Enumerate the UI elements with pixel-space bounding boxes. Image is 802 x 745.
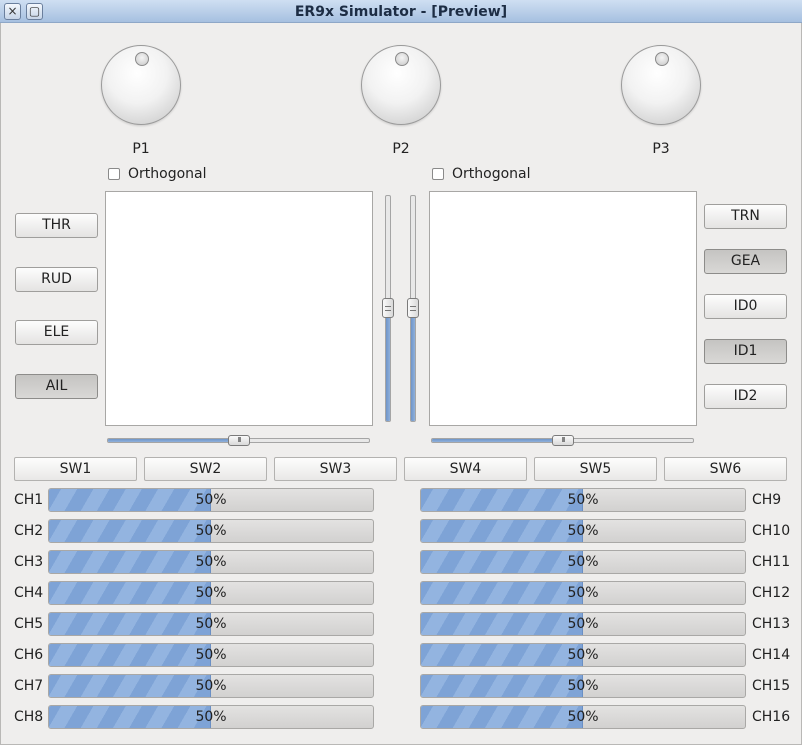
channel-percent-text: 50% [567, 554, 599, 570]
knob-label-p3: P3 [652, 141, 670, 157]
trn-button[interactable]: TRN [704, 204, 787, 229]
right-horizontal-slider-handle[interactable]: III [552, 435, 574, 446]
channel-percent-text: 50% [567, 616, 599, 632]
rud-button[interactable]: RUD [15, 267, 98, 292]
id2-button[interactable]: ID2 [704, 384, 787, 409]
sw4-button[interactable]: SW4 [404, 457, 527, 481]
channel-row: CH10 50% [0, 519, 802, 543]
channel-progress-bar: 50% [420, 612, 746, 636]
ail-button[interactable]: AIL [15, 374, 98, 399]
knob-indicator-icon [135, 52, 149, 66]
right-vertical-slider-fill [411, 308, 415, 421]
channel-percent-text: 50% [567, 492, 599, 508]
title-bar: × ▢ ER9x Simulator - [Preview] [0, 0, 802, 23]
channel-label: CH15 [752, 678, 791, 694]
channel-row: CH11 50% [0, 550, 802, 574]
channel-label: CH9 [752, 492, 782, 508]
channel-label: CH16 [752, 709, 791, 725]
channel-row: CH14 50% [0, 643, 802, 667]
left-horizontal-slider-fill [108, 439, 238, 442]
ele-button[interactable]: ELE [15, 320, 98, 345]
channel-progress-bar: 50% [420, 705, 746, 729]
right-orthogonal-label: Orthogonal [452, 166, 531, 182]
right-vertical-slider-handle[interactable] [407, 298, 419, 318]
right-horizontal-slider-fill [432, 439, 562, 442]
left-orthogonal-checkbox[interactable]: Orthogonal [108, 166, 207, 182]
channel-label: CH13 [752, 616, 791, 632]
left-horizontal-slider-handle[interactable]: III [228, 435, 250, 446]
right-orthogonal-checkbox[interactable]: Orthogonal [432, 166, 531, 182]
sw3-button[interactable]: SW3 [274, 457, 397, 481]
right-stick-pad[interactable] [429, 191, 697, 426]
channel-percent-text: 50% [567, 647, 599, 663]
channel-label: CH14 [752, 647, 791, 663]
left-stick-pad[interactable] [105, 191, 373, 426]
channel-progress-bar: 50% [420, 581, 746, 605]
checkbox-box[interactable] [108, 168, 120, 180]
channel-label: CH11 [752, 554, 791, 570]
sw5-button[interactable]: SW5 [534, 457, 657, 481]
channel-progress-bar: 50% [420, 643, 746, 667]
knob-p2[interactable] [361, 45, 441, 125]
id1-button[interactable]: ID1 [704, 339, 787, 364]
channel-percent-text: 50% [567, 678, 599, 694]
channel-percent-text: 50% [567, 585, 599, 601]
knob-indicator-icon [655, 52, 669, 66]
left-vertical-slider-handle[interactable] [382, 298, 394, 318]
id0-button[interactable]: ID0 [704, 294, 787, 319]
channel-label: CH12 [752, 585, 791, 601]
channel-percent-text: 50% [567, 709, 599, 725]
thr-button[interactable]: THR [15, 213, 98, 238]
gea-button[interactable]: GEA [704, 249, 787, 274]
channel-percent-text: 50% [567, 523, 599, 539]
channel-label: CH10 [752, 523, 791, 539]
checkbox-box[interactable] [432, 168, 444, 180]
channel-row: CH16 50% [0, 705, 802, 729]
knob-label-p1: P1 [132, 141, 150, 157]
window-title: ER9x Simulator - [Preview] [294, 4, 508, 20]
channel-progress-bar: 50% [420, 488, 746, 512]
knob-label-p2: P2 [392, 141, 410, 157]
sw6-button[interactable]: SW6 [664, 457, 787, 481]
channel-row: CH13 50% [0, 612, 802, 636]
channel-row: CH12 50% [0, 581, 802, 605]
channel-row: CH9 50% [0, 488, 802, 512]
channel-progress-bar: 50% [420, 519, 746, 543]
left-vertical-slider-fill [386, 308, 390, 421]
channel-row: CH15 50% [0, 674, 802, 698]
sw2-button[interactable]: SW2 [144, 457, 267, 481]
knob-indicator-icon [395, 52, 409, 66]
knob-p1[interactable] [101, 45, 181, 125]
sw1-button[interactable]: SW1 [14, 457, 137, 481]
channel-progress-bar: 50% [420, 550, 746, 574]
knob-p3[interactable] [621, 45, 701, 125]
channel-progress-bar: 50% [420, 674, 746, 698]
left-orthogonal-label: Orthogonal [128, 166, 207, 182]
